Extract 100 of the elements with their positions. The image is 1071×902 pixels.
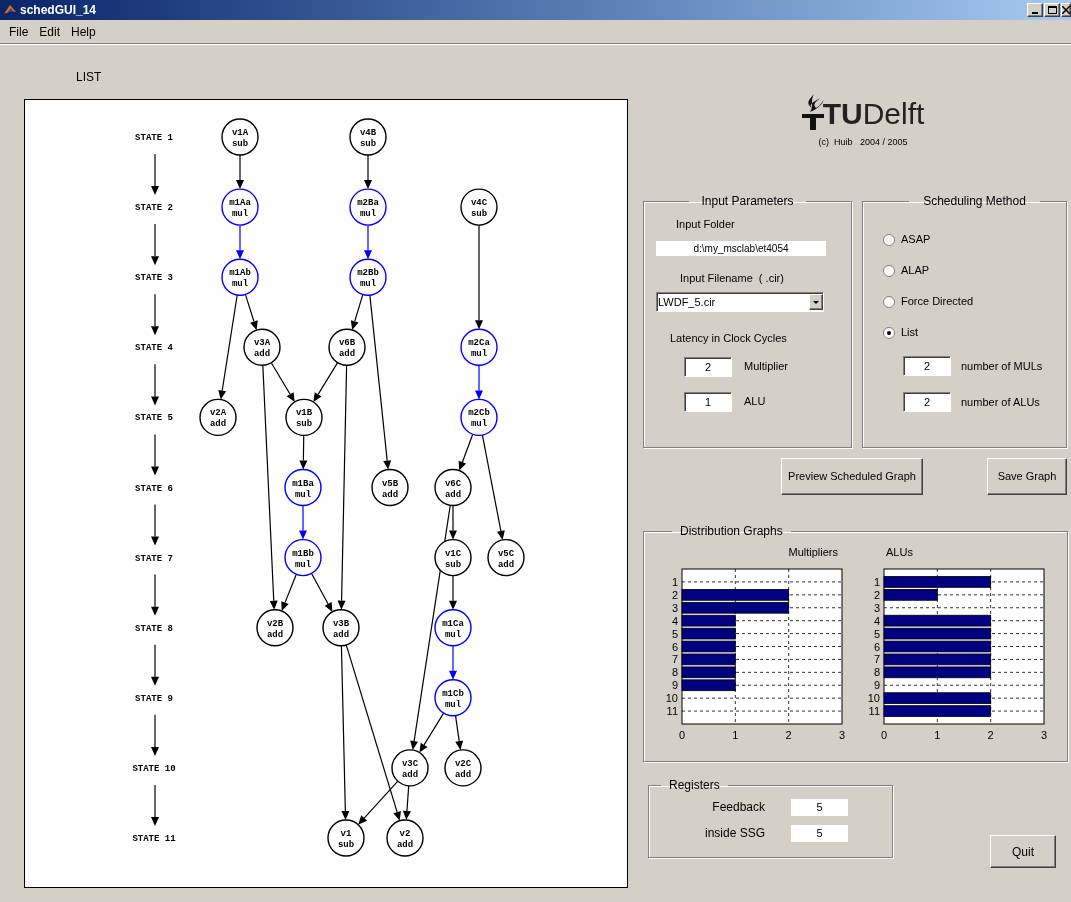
edge-arrow bbox=[364, 154, 372, 190]
state-label: STATE 7 bbox=[135, 553, 173, 564]
tick-label: 3 bbox=[838, 729, 846, 741]
radio-label: List bbox=[901, 325, 919, 341]
tick-label: 10 bbox=[665, 692, 678, 705]
node-label: m1Ca mul bbox=[442, 618, 464, 640]
tick-label: 4 bbox=[873, 614, 880, 627]
node-label: v2A add bbox=[209, 408, 227, 430]
filename-dropdown[interactable]: LWDF_5.cir bbox=[656, 292, 824, 312]
state-label: STATE 6 bbox=[135, 483, 173, 494]
radio-button[interactable] bbox=[883, 295, 895, 308]
state-arrow bbox=[151, 714, 159, 756]
tick-label: 1 bbox=[732, 729, 739, 741]
register-field[interactable]: 5 bbox=[791, 824, 848, 842]
node-label: v1B sub bbox=[295, 408, 313, 430]
save-graph-button[interactable]: Save Graph bbox=[987, 458, 1067, 495]
radio-label: Force Directed bbox=[901, 294, 974, 310]
edge-arrow bbox=[364, 224, 372, 260]
edge-arrow bbox=[458, 433, 474, 471]
state-label: STATE 1 bbox=[135, 133, 173, 143]
caret-icon bbox=[813, 300, 819, 304]
tick-label: 9 bbox=[671, 679, 678, 692]
tick-label: 5 bbox=[671, 627, 678, 640]
node-label: v1 sub bbox=[337, 829, 355, 850]
node-label: v4C sub bbox=[470, 198, 488, 220]
tick-label: 2 bbox=[873, 588, 880, 601]
node-label: v2 add bbox=[396, 829, 414, 850]
edge-arrow bbox=[281, 573, 297, 611]
tick-label: 7 bbox=[873, 653, 880, 666]
tick-label: 5 bbox=[873, 627, 880, 640]
tick-label: 2 bbox=[785, 729, 792, 741]
panel-title: Distribution Graphs bbox=[679, 523, 784, 540]
state-label: STATE 10 bbox=[132, 763, 176, 774]
edge-arrow bbox=[244, 293, 258, 331]
state-arrow bbox=[151, 153, 159, 196]
menu-item[interactable]: Help bbox=[71, 22, 96, 41]
node-label: v2C add bbox=[454, 758, 472, 780]
radio-button[interactable] bbox=[883, 233, 895, 246]
panel-title: Registers bbox=[668, 777, 721, 794]
field-label: Multiplier bbox=[744, 359, 788, 375]
tick-label: 0 bbox=[880, 729, 888, 741]
tick-label: 10 bbox=[867, 692, 880, 705]
node-label: v5C add bbox=[497, 548, 515, 570]
field-label: Latency in Clock Cycles bbox=[669, 331, 788, 346]
panel-title: Input Parameters bbox=[700, 193, 795, 210]
node-label: m2Bb mul bbox=[357, 268, 379, 290]
node-label: m1Cb mul bbox=[442, 688, 464, 710]
folder-field[interactable]: d:\my_msclab\et4054 bbox=[656, 240, 826, 256]
node-label: v6C add bbox=[444, 478, 462, 500]
tick-label: 11 bbox=[666, 705, 678, 718]
state-arrow bbox=[151, 644, 159, 686]
radio-button[interactable] bbox=[883, 326, 895, 339]
edge-arrow bbox=[299, 504, 307, 540]
state-arrow bbox=[151, 433, 159, 476]
state-arrow bbox=[151, 293, 159, 336]
node-label: m1Ab mul bbox=[229, 268, 251, 290]
state-label: STATE 5 bbox=[135, 413, 173, 424]
tick-label: 6 bbox=[671, 640, 678, 653]
node-label: m1Ba mul bbox=[292, 478, 314, 500]
latency-field[interactable]: 1 bbox=[684, 391, 732, 412]
minimize-button[interactable] bbox=[1027, 3, 1043, 17]
state-label: STATE 8 bbox=[135, 623, 173, 634]
copyright-text: (c) Huib 2004 / 2005 bbox=[818, 136, 908, 149]
state-arrow bbox=[151, 503, 159, 546]
radio-button[interactable] bbox=[883, 264, 895, 277]
tick-label: 1 bbox=[873, 575, 880, 588]
node-label: v4B sub bbox=[359, 128, 377, 149]
tick-label: 11 bbox=[868, 705, 880, 718]
edge-arrow bbox=[310, 572, 333, 612]
edge-arrow bbox=[236, 154, 244, 190]
node-label: v6B add bbox=[338, 338, 356, 360]
state-arrow bbox=[151, 363, 159, 406]
edge-arrow bbox=[236, 224, 244, 260]
quit-button[interactable]: Quit bbox=[990, 835, 1056, 868]
field-label: Feedback bbox=[711, 799, 765, 816]
tick-label: 1 bbox=[934, 729, 941, 741]
state-label: STATE 4 bbox=[135, 343, 173, 354]
field-label: Input Filename ( .cir) bbox=[679, 270, 785, 286]
field-label: number of MULs bbox=[961, 358, 1043, 374]
edge-arrow bbox=[299, 434, 308, 470]
node-label: v3A add bbox=[253, 338, 271, 360]
tick-label: 2 bbox=[987, 729, 994, 741]
tick-label: 1 bbox=[671, 575, 678, 588]
edge-arrow bbox=[475, 364, 483, 400]
tick-label: 2 bbox=[671, 588, 678, 601]
tick-label: 9 bbox=[873, 679, 880, 692]
maximize-button[interactable] bbox=[1044, 3, 1060, 17]
latency-field[interactable]: 2 bbox=[684, 356, 732, 377]
count-field[interactable]: 2 bbox=[903, 356, 951, 376]
menu-item[interactable]: Edit bbox=[39, 22, 61, 41]
close-button[interactable] bbox=[1061, 3, 1071, 17]
node-label: m1Bb mul bbox=[292, 548, 314, 570]
panel-title: Scheduling Method bbox=[922, 193, 1027, 210]
count-field[interactable]: 2 bbox=[903, 392, 951, 412]
menu-item[interactable]: File bbox=[9, 22, 29, 41]
state-arrow bbox=[151, 223, 159, 266]
edge-arrow bbox=[350, 293, 364, 331]
register-field[interactable]: 5 bbox=[791, 798, 848, 816]
state-label: STATE 3 bbox=[135, 273, 173, 284]
preview-button[interactable]: Preview Scheduled Graph bbox=[781, 458, 923, 495]
